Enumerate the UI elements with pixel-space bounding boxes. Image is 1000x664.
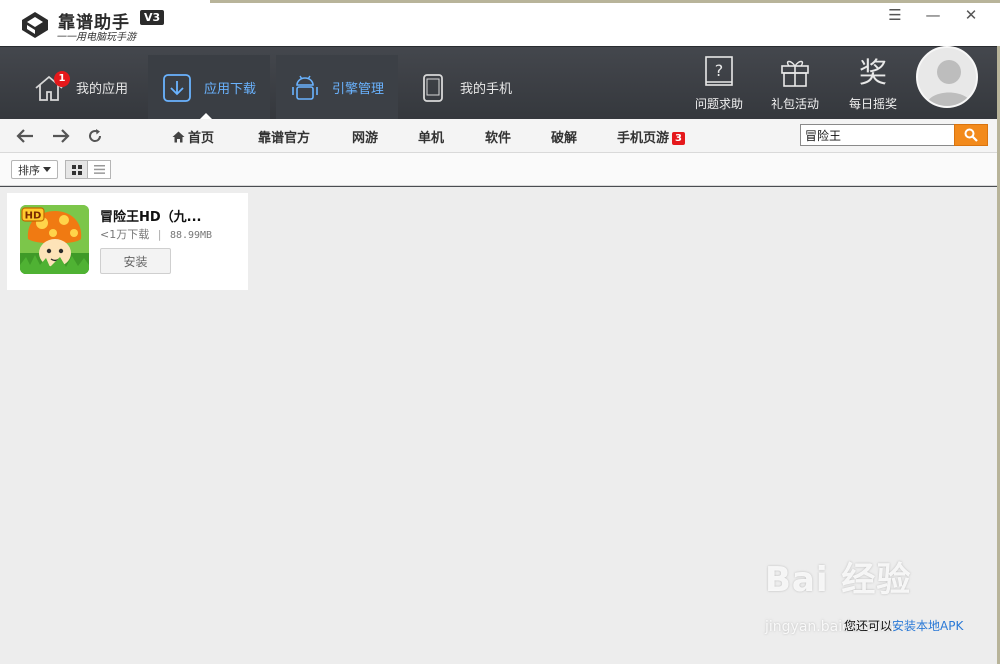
grid-view-button[interactable] (65, 160, 88, 179)
tool-gift-label: 礼包活动 (770, 97, 819, 111)
title-bar: 靠谱助手 V3 一一用电脑玩手游 ☰ — ✕ (0, 0, 1000, 46)
chevron-down-icon (43, 167, 51, 172)
forward-arrow-icon[interactable] (50, 125, 72, 147)
close-button[interactable]: ✕ (952, 4, 990, 26)
nav-my-phone-label: 我的手机 (460, 82, 513, 97)
nav-my-apps-label: 我的应用 (76, 82, 129, 97)
list-view-button[interactable] (88, 160, 111, 179)
window-controls: ☰ — ✕ (876, 4, 990, 26)
tool-help-label: 问题求助 (694, 97, 743, 111)
search-input[interactable] (800, 124, 954, 146)
menu-button[interactable]: ☰ (876, 4, 914, 26)
cat-cracked[interactable]: 破解 (551, 127, 577, 146)
watermark-brand: Bai 经验 (765, 560, 912, 600)
search-icon (964, 128, 978, 142)
cat-mobile-web-games[interactable]: 手机页游 3 (617, 127, 686, 146)
cat-home-label: 首页 (188, 131, 215, 146)
search-button[interactable] (954, 124, 988, 146)
nav-engine-manage-label: 引擎管理 (332, 82, 385, 97)
results-toolbar: 排序 (0, 153, 1000, 186)
app-downloads: <1万下载 (100, 228, 150, 241)
android-icon (290, 73, 320, 103)
app-title[interactable]: 冒险王HD（九... (100, 206, 202, 225)
tool-lottery-label: 每日摇奖 (848, 97, 897, 111)
user-avatar[interactable] (916, 46, 978, 108)
app-size: 88.99MB (169, 230, 213, 241)
gift-icon (778, 55, 812, 89)
cat-official[interactable]: 靠谱官方 (258, 127, 310, 146)
install-button[interactable]: 安装 (100, 248, 171, 274)
phone-icon (418, 73, 448, 103)
app-version: V3 (140, 10, 165, 25)
game-icon: HD (20, 205, 89, 274)
tool-lottery[interactable]: 奖 每日摇奖 (841, 55, 905, 115)
svg-text:奖: 奖 (859, 56, 887, 89)
logo-icon (22, 12, 48, 38)
grid-view-icon (71, 164, 82, 175)
app-meta: <1万下载 | 88.99MB (100, 226, 212, 242)
hd-badge: HD (25, 211, 42, 222)
nav-my-apps[interactable]: 我的应用 1 (20, 55, 142, 120)
sort-label: 排序 (18, 163, 40, 177)
results-area: HD 冒险王HD（九... <1万下载 | 88.99MB 安装 Bai 经验 … (0, 187, 1000, 664)
download-icon (162, 73, 192, 103)
tool-gift[interactable]: 礼包活动 (763, 55, 827, 115)
svg-text:?: ? (715, 61, 724, 80)
install-local-apk-link[interactable]: 安装本地APK (892, 619, 963, 633)
sort-dropdown[interactable]: 排序 (11, 160, 58, 179)
home-small-icon (172, 131, 185, 143)
app-logo: 靠谱助手 V3 一一用电脑玩手游 (0, 0, 210, 46)
lottery-icon: 奖 (856, 55, 890, 89)
sub-nav: 首页 靠谱官方 网游 单机 软件 破解 手机页游 3 (0, 119, 1000, 153)
nav-my-phone[interactable]: 我的手机 (404, 55, 526, 120)
list-view-icon (93, 165, 105, 174)
cat-mobile-web-games-label: 手机页游 (617, 131, 670, 146)
nav-app-download-label: 应用下载 (204, 82, 257, 97)
footer-prefix: 您还可以 (844, 619, 893, 633)
cat-software[interactable]: 软件 (485, 127, 511, 146)
app-slogan: 一一用电脑玩手游 (56, 32, 136, 43)
footer-note: 您还可以安装本地APK (844, 617, 963, 634)
main-nav: 我的应用 1 应用下载 引擎管理 我的手机 ? 问题求助 礼包活动 奖 每日摇奖 (0, 46, 1000, 120)
minimize-button[interactable]: — (914, 4, 952, 26)
cat-single-player[interactable]: 单机 (418, 127, 444, 146)
refresh-icon[interactable] (84, 125, 106, 147)
nav-engine-manage[interactable]: 引擎管理 (276, 55, 399, 120)
app-card[interactable]: HD 冒险王HD（九... <1万下载 | 88.99MB 安装 (7, 193, 248, 290)
cat-online-games[interactable]: 网游 (352, 127, 378, 146)
meta-divider: | (157, 228, 162, 241)
help-book-icon: ? (702, 55, 736, 89)
tool-help[interactable]: ? 问题求助 (687, 55, 751, 115)
count-badge: 3 (672, 132, 686, 145)
nav-app-download[interactable]: 应用下载 (148, 55, 271, 120)
search-box (800, 124, 988, 146)
back-arrow-icon[interactable] (14, 125, 36, 147)
notification-badge: 1 (54, 71, 70, 87)
watermark-logo: Bai 经验 (765, 552, 911, 601)
cat-home[interactable]: 首页 (172, 127, 214, 146)
